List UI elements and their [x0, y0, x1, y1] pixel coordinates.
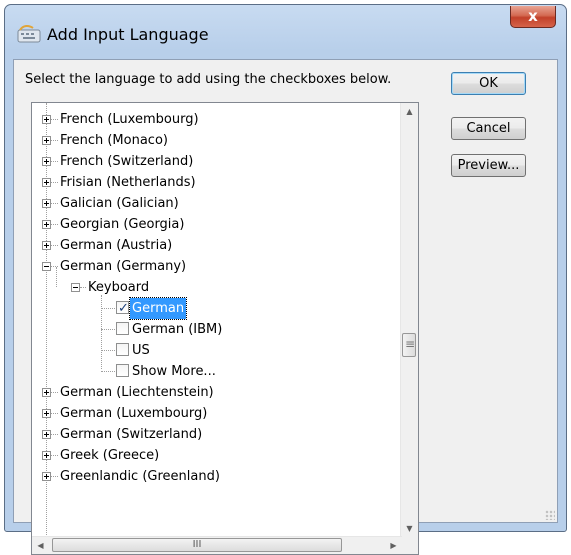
tree-item-language[interactable]: French (Luxembourg) — [32, 109, 402, 130]
expand-plus-icon[interactable] — [42, 157, 51, 166]
tree-connector — [51, 413, 58, 414]
expand-plus-icon[interactable] — [42, 136, 51, 145]
tree-connector — [51, 182, 58, 183]
keyboard-label: German (IBM) — [132, 322, 223, 337]
tree-connector — [51, 455, 58, 456]
close-button[interactable]: x — [510, 6, 556, 28]
tree-connector — [101, 308, 115, 309]
keyboard-checkbox[interactable] — [116, 343, 129, 356]
tree-item-language[interactable]: German (Germany) — [32, 256, 402, 277]
expand-plus-icon[interactable] — [42, 472, 51, 481]
keyboard-checkbox[interactable] — [116, 322, 129, 335]
dialog-body: Select the language to add using the che… — [13, 59, 558, 555]
title-bar[interactable]: Add Input Language x — [5, 5, 566, 59]
tree-item-label: Georgian (Georgia) — [60, 217, 185, 232]
instruction-text: Select the language to add using the che… — [25, 72, 392, 87]
horizontal-scrollbar[interactable]: ◀ III ▶ — [32, 536, 402, 554]
tree-item-label: German (Germany) — [60, 259, 187, 274]
keyboard-group-label: Keyboard — [88, 280, 150, 295]
keyboard-icon — [17, 24, 41, 43]
tree-item-label: Greek (Greece) — [60, 448, 160, 463]
expand-plus-icon[interactable] — [42, 199, 51, 208]
resize-grip-icon[interactable] — [545, 510, 555, 520]
tree-item-label: French (Luxembourg) — [60, 112, 199, 127]
tree-item-language[interactable]: Galician (Galician) — [32, 193, 402, 214]
expand-plus-icon[interactable] — [42, 388, 51, 397]
tree-item-language[interactable]: Greek (Greece) — [32, 445, 402, 466]
tree-item-label: German (Austria) — [60, 238, 173, 253]
tree-item-language[interactable]: Georgian (Georgia) — [32, 214, 402, 235]
tree-connector — [51, 161, 58, 162]
tree-connector — [101, 329, 115, 330]
tree-item-keyboard[interactable]: Show More... — [32, 361, 402, 382]
tree-connector — [80, 287, 86, 288]
tree-connector — [101, 350, 115, 351]
expand-plus-icon[interactable] — [42, 115, 51, 124]
tree-item-label: Galician (Galician) — [60, 196, 179, 211]
tree-item-label: Frisian (Netherlands) — [60, 175, 196, 190]
expand-plus-icon[interactable] — [42, 409, 51, 418]
expand-plus-icon[interactable] — [42, 451, 51, 460]
tree-item-label: German (Switzerland) — [60, 427, 203, 442]
tree-connector — [51, 224, 58, 225]
tree-connector — [51, 119, 58, 120]
scroll-up-icon[interactable]: ▲ — [401, 103, 418, 120]
tree-connector — [51, 392, 58, 393]
tree-item-language[interactable]: French (Switzerland) — [32, 151, 402, 172]
keyboard-label: US — [132, 343, 150, 358]
scrollbar-corner — [401, 537, 418, 554]
expand-plus-icon[interactable] — [42, 220, 51, 229]
tree-item-language[interactable]: German (Liechtenstein) — [32, 382, 402, 403]
tree-rows: French (Luxembourg) French (Monaco) French… — [32, 103, 402, 537]
tree-item-keyboard[interactable]: US — [32, 340, 402, 361]
tree-item-language[interactable]: Greenlandic (Greenland) — [32, 466, 402, 487]
keyboard-label: German — [128, 297, 188, 320]
scroll-left-icon[interactable]: ◀ — [32, 537, 49, 554]
tree-connector — [51, 245, 58, 246]
tree-connector — [51, 140, 58, 141]
tree-item-label: German (Liechtenstein) — [60, 385, 214, 400]
tree-item-label: French (Monaco) — [60, 133, 168, 148]
tree-item-keyboard[interactable]: German (IBM) — [32, 319, 402, 340]
ok-button[interactable]: OK — [451, 72, 526, 95]
collapse-minus-icon[interactable] — [42, 262, 51, 271]
tree-item-language[interactable]: German (Austria) — [32, 235, 402, 256]
expand-plus-icon[interactable] — [42, 178, 51, 187]
cancel-button[interactable]: Cancel — [451, 117, 526, 140]
expand-plus-icon[interactable] — [42, 241, 51, 250]
expand-plus-icon[interactable] — [42, 430, 51, 439]
tree-connector-vertical — [101, 295, 102, 369]
scroll-down-icon[interactable]: ▼ — [401, 520, 418, 537]
tree-item-label: French (Switzerland) — [60, 154, 194, 169]
tree-connector-vertical — [56, 267, 57, 287]
tree-item-keyboard-group[interactable]: Keyboard — [32, 267, 402, 298]
tree-item-language[interactable]: Frisian (Netherlands) — [32, 172, 402, 193]
keyboard-label: Show More... — [132, 364, 216, 379]
language-tree[interactable]: French (Luxembourg) French (Monaco) French… — [31, 102, 419, 555]
window-title: Add Input Language — [47, 25, 209, 44]
collapse-minus-icon[interactable] — [71, 283, 80, 292]
keyboard-checkbox[interactable] — [116, 364, 129, 377]
tree-item-label: German (Luxembourg) — [60, 406, 208, 421]
tree-connector — [51, 434, 58, 435]
scroll-right-icon[interactable]: ▶ — [385, 537, 402, 554]
tree-connector — [51, 476, 58, 477]
vertical-scroll-thumb[interactable] — [402, 333, 416, 357]
tree-item-language[interactable]: French (Monaco) — [32, 130, 402, 151]
preview-button[interactable]: Preview... — [451, 154, 526, 177]
tree-connector — [51, 203, 58, 204]
tree-item-keyboard[interactable]: German — [32, 297, 402, 320]
tree-item-label: Greenlandic (Greenland) — [60, 469, 220, 484]
keyboard-checkbox[interactable] — [116, 298, 129, 319]
horizontal-scroll-thumb[interactable]: III — [52, 538, 342, 552]
tree-item-language[interactable]: German (Luxembourg) — [32, 403, 402, 424]
add-input-language-dialog: Add Input Language x Select the language… — [4, 4, 567, 555]
tree-item-language[interactable]: German (Switzerland) — [32, 424, 402, 445]
tree-connector — [101, 371, 115, 372]
vertical-scrollbar[interactable]: ▲ ▼ — [400, 103, 418, 537]
